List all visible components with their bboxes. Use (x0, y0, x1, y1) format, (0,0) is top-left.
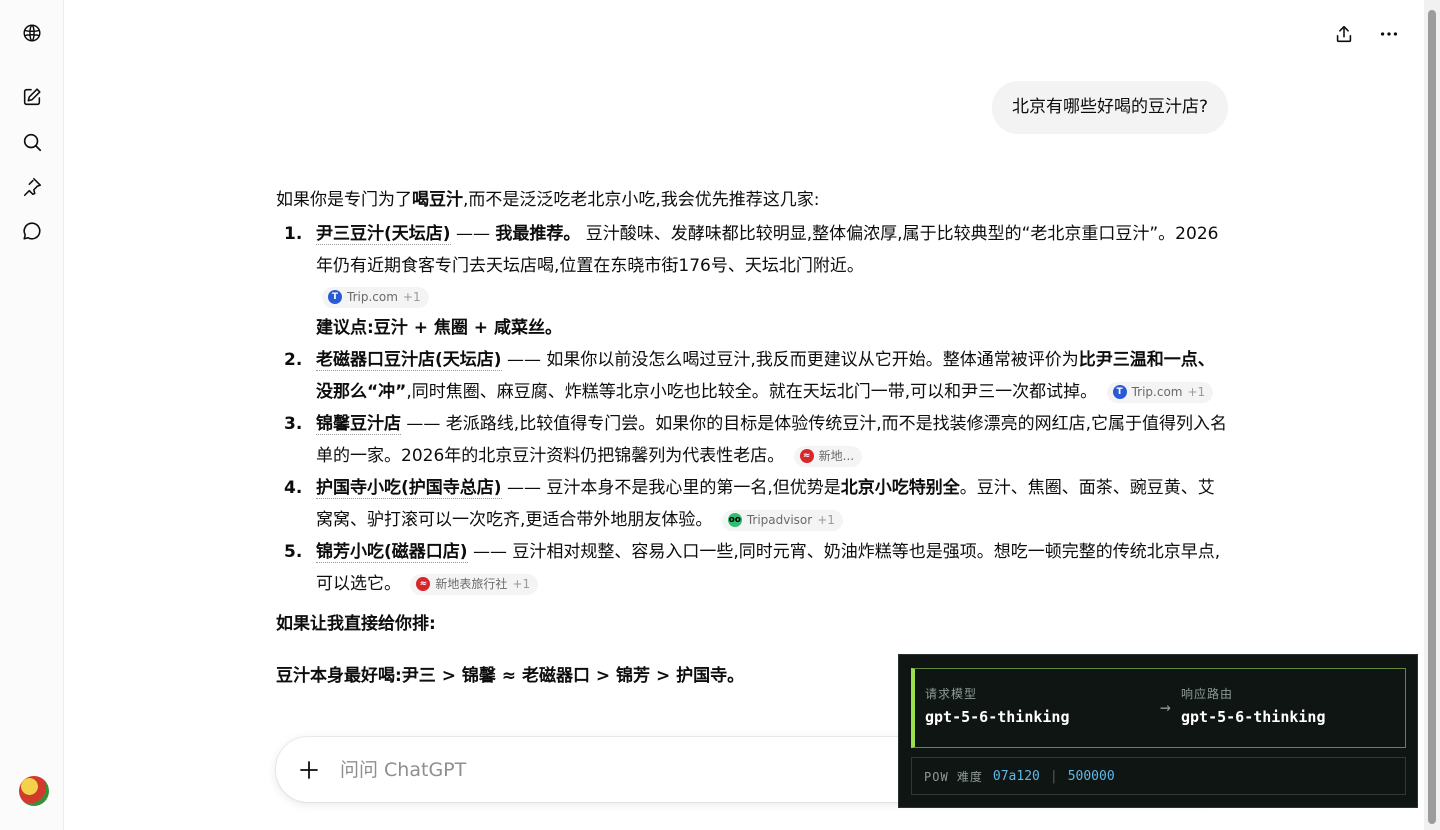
source-chip[interactable]: ≈ 新地... (793, 445, 863, 467)
user-message: 北京有哪些好喝的豆汁店? (991, 81, 1228, 134)
assistant-message: 如果你是专门为了喝豆汁,而不是泛泛吃老北京小吃,我会优先推荐这几家: 1. 尹三… (276, 184, 1231, 692)
more-icon (1380, 32, 1398, 36)
share-button[interactable] (1328, 18, 1360, 50)
plus-icon (300, 761, 318, 779)
rank-line: 豆汁本身最好喝:尹三 > 锦馨 ≈ 老磁器口 > 锦芳 > 护国寺。 (276, 666, 745, 686)
tripadvisor-icon: oo (727, 513, 742, 527)
new-chat-icon[interactable] (16, 81, 48, 113)
pow-label: POW 难度 (924, 769, 983, 784)
list-item: 2. 老磁器口豆汁店(天坛店) —— 如果你以前没怎么喝过豆汁,我反而更建议从它… (284, 350, 1215, 403)
shop-name[interactable]: 尹三豆汁(天坛店) (316, 224, 451, 245)
avatar[interactable] (19, 776, 49, 806)
trip-icon: T (328, 290, 342, 304)
pow-value: 07a120 (992, 768, 1040, 784)
pow-box: POW 难度 07a120 | 500000 (911, 757, 1406, 795)
pin-icon[interactable] (16, 171, 48, 203)
suggestion: 建议点:豆汁 + 焦圈 + 咸菜丝。 (316, 318, 562, 338)
shop-name[interactable]: 锦芳小吃(磁器口店) (316, 542, 468, 563)
add-attachment-button[interactable] (292, 753, 326, 787)
source-chip[interactable]: T Trip.com +1 (1106, 381, 1214, 403)
rank-heading: 如果让我直接给你排: (276, 614, 436, 634)
pow-difficulty: 500000 (1067, 768, 1115, 784)
source-chip[interactable]: oo Tripadvisor +1 (721, 509, 843, 531)
source-chip[interactable]: ≈ 新地表旅行社 +1 (410, 573, 539, 595)
list-item: 3. 锦馨豆汁店 —— 老派路线,比较值得专门尝。如果你的目标是体验传统豆汁,而… (284, 414, 1228, 467)
list-item: 1. 尹三豆汁(天坛店) —— 我最推荐。 豆汁酸味、发酵味都比较明显,整体偏浓… (284, 224, 1219, 338)
shop-name[interactable]: 锦馨豆汁店 (316, 414, 401, 435)
response-route-value: gpt-5-6-thinking (1181, 708, 1326, 726)
shop-name[interactable]: 老磁器口豆汁店(天坛店) (316, 350, 502, 371)
openai-logo-icon[interactable] (16, 17, 48, 49)
request-model-value: gpt-5-6-thinking (925, 708, 1070, 726)
sidebar (0, 0, 64, 830)
route-box: 请求模型 gpt-5-6-thinking → 响应路由 gpt-5-6-thi… (911, 668, 1406, 748)
scroll-thumb[interactable] (1428, 10, 1436, 824)
more-button[interactable] (1373, 18, 1405, 50)
list-item: 5. 锦芳小吃(磁器口店) —— 豆汁相对规整、容易入口一些,同时元宵、奶油炸糕… (284, 542, 1221, 595)
model-route-overlay: 请求模型 gpt-5-6-thinking → 响应路由 gpt-5-6-thi… (898, 654, 1418, 808)
source-chip[interactable]: T Trip.com +1 (322, 286, 429, 308)
prompt-input[interactable] (340, 753, 880, 787)
request-model-label: 请求模型 (925, 687, 978, 701)
arrow-right-icon: → (1160, 697, 1171, 718)
shop-list: 1. 尹三豆汁(天坛店) —— 我最推荐。 豆汁酸味、发酵味都比较明显,整体偏浓… (276, 218, 1231, 600)
scrollbar[interactable] (1424, 0, 1440, 830)
response-route-label: 响应路由 (1181, 687, 1234, 701)
trip-icon: T (1112, 385, 1127, 399)
chat-bubble-icon[interactable] (16, 215, 48, 247)
search-icon[interactable] (16, 126, 48, 158)
xindibiao-icon: ≈ (416, 577, 431, 591)
pow-separator: | (1049, 768, 1058, 784)
answer-intro: 如果你是专门为了喝豆汁,而不是泛泛吃老北京小吃,我会优先推荐这几家: (276, 190, 820, 210)
shop-name[interactable]: 护国寺小吃(护国寺总店) (316, 478, 502, 499)
share-icon (1336, 25, 1352, 43)
xindibiao-icon: ≈ (799, 449, 814, 463)
list-item: 4. 护国寺小吃(护国寺总店) —— 豆汁本身不是我心里的第一名,但优势是北京小… (284, 478, 1215, 531)
